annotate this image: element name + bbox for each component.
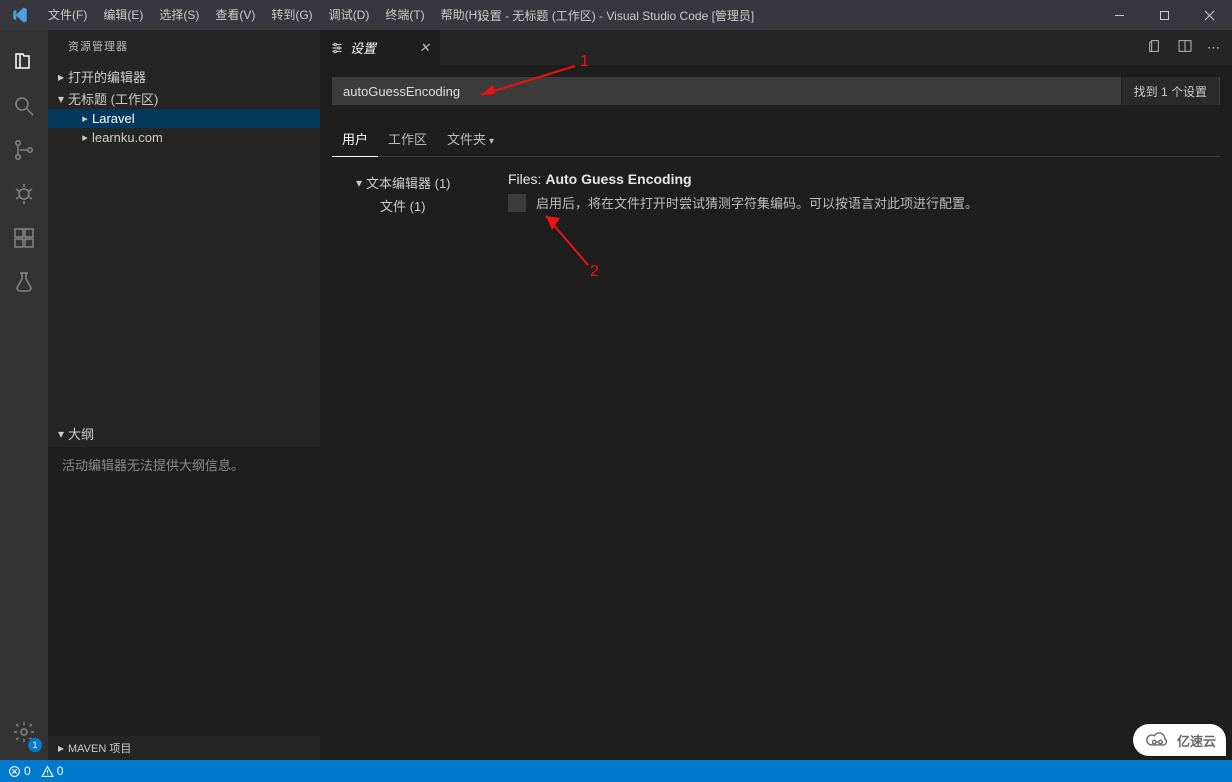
sidebar: 资源管理器 ▸ 打开的编辑器 ▾ 无标题 (工作区) ▸ Laravel ▸ l… [48, 30, 320, 760]
setting-prefix: Files: [508, 171, 545, 187]
scope-tab-folder-label: 文件夹 [447, 132, 486, 147]
editor-actions: ⋯ [1147, 30, 1232, 65]
window-controls [1097, 0, 1232, 30]
maximize-button[interactable] [1142, 0, 1187, 30]
extensions-icon[interactable] [0, 216, 48, 260]
title-bar: 文件(F) 编辑(E) 选择(S) 查看(V) 转到(G) 调试(D) 终端(T… [0, 0, 1232, 30]
scope-tab-workspace[interactable]: 工作区 [378, 123, 437, 156]
menu-debug[interactable]: 调试(D) [321, 0, 378, 30]
chevron-down-icon: ▾ [54, 427, 68, 441]
settings-search-row: 找到 1 个设置 [332, 77, 1220, 105]
tab-settings[interactable]: 设置 ✕ [320, 30, 440, 65]
chevron-down-icon: ▾ [352, 176, 366, 190]
scope-tabs: 用户 工作区 文件夹▾ [332, 123, 1220, 157]
open-editors-label: 打开的编辑器 [68, 67, 146, 86]
menu-view[interactable]: 查看(V) [207, 0, 263, 30]
workspace-label: 无标题 (工作区) [68, 89, 158, 108]
status-bar: 0 0 [0, 760, 1232, 782]
menu-help[interactable]: 帮助(H) [433, 0, 490, 30]
outline-header[interactable]: ▾ 大纲 [48, 420, 320, 447]
menu-go[interactable]: 转到(G) [263, 0, 320, 30]
watermark-text: 亿速云 [1177, 731, 1216, 750]
settings-toc: ▾ 文本编辑器 (1) 文件 (1) [332, 171, 492, 217]
folder-laravel[interactable]: ▸ Laravel [48, 109, 320, 128]
outline-empty-text: 活动编辑器无法提供大纲信息。 [62, 458, 244, 473]
menu-file[interactable]: 文件(F) [40, 0, 95, 30]
workspace-section[interactable]: ▾ 无标题 (工作区) [48, 87, 320, 109]
test-icon[interactable] [0, 260, 48, 304]
chevron-right-icon: ▸ [78, 131, 92, 144]
menu-bar: 文件(F) 编辑(E) 选择(S) 查看(V) 转到(G) 调试(D) 终端(T… [40, 0, 489, 30]
tabs-row: 设置 ✕ ⋯ [320, 30, 1232, 65]
setting-description: 启用后，将在文件打开时尝试猜测字符集编码。可以按语言对此项进行配置。 [536, 193, 978, 212]
maven-section[interactable]: ▸ MAVEN 项目 [48, 736, 320, 760]
tab-label: 设置 [350, 38, 376, 57]
settings-search-input[interactable] [333, 78, 1121, 104]
chevron-down-icon: ▾ [54, 92, 68, 106]
debug-icon[interactable] [0, 172, 48, 216]
close-window-button[interactable] [1187, 0, 1232, 30]
chevron-right-icon: ▸ [78, 112, 92, 125]
status-warnings-count: 0 [57, 764, 64, 778]
more-icon[interactable]: ⋯ [1207, 40, 1222, 56]
settings-body: 找到 1 个设置 用户 工作区 文件夹▾ ▾ 文本编辑器 (1) 文件 (1) [320, 65, 1232, 760]
search-result-count: 找到 1 个设置 [1121, 77, 1219, 105]
menu-edit[interactable]: 编辑(E) [95, 0, 151, 30]
close-icon[interactable]: ✕ [419, 40, 430, 56]
folder-learnku[interactable]: ▸ learnku.com [48, 128, 320, 147]
setting-checkbox[interactable] [508, 194, 526, 212]
outline-panel: 活动编辑器无法提供大纲信息。 [48, 447, 320, 736]
setting-title: Files: Auto Guess Encoding [508, 171, 1220, 187]
settings-gear-icon[interactable]: 1 [0, 710, 48, 754]
toc-text-editor[interactable]: ▾ 文本编辑器 (1) [352, 171, 492, 194]
settings-tab-icon [330, 41, 344, 55]
activity-bar: 1 [0, 30, 48, 760]
gear-badge: 1 [28, 738, 42, 752]
folder-label: learnku.com [92, 130, 163, 145]
toc-sub-label: 文件 (1) [380, 196, 426, 215]
outline-header-label: 大纲 [68, 424, 94, 443]
source-control-icon[interactable] [0, 128, 48, 172]
split-editor-icon[interactable] [1177, 38, 1193, 57]
scope-tab-user[interactable]: 用户 [332, 123, 378, 157]
open-json-icon[interactable] [1147, 38, 1163, 57]
toc-files[interactable]: 文件 (1) [352, 194, 492, 217]
maven-label: MAVEN 项目 [68, 740, 131, 756]
explorer-icon[interactable] [0, 40, 48, 84]
scope-tab-folder[interactable]: 文件夹▾ [437, 123, 504, 156]
status-errors-count: 0 [24, 764, 31, 778]
minimize-button[interactable] [1097, 0, 1142, 30]
chevron-right-icon: ▸ [54, 741, 68, 755]
status-warnings[interactable]: 0 [41, 764, 64, 778]
status-errors[interactable]: 0 [8, 764, 31, 778]
search-icon[interactable] [0, 84, 48, 128]
chevron-right-icon: ▸ [54, 70, 68, 84]
open-editors-section[interactable]: ▸ 打开的编辑器 [48, 65, 320, 87]
toc-group-label: 文本编辑器 (1) [366, 173, 451, 192]
watermark: 亿速云 [1133, 724, 1226, 756]
vscode-logo-icon [0, 6, 40, 24]
sidebar-title: 资源管理器 [48, 30, 320, 65]
menu-selection[interactable]: 选择(S) [151, 0, 207, 30]
editor-area: 设置 ✕ ⋯ 找到 1 个设置 用户 工作区 文件夹▾ [320, 30, 1232, 760]
setting-name: Auto Guess Encoding [545, 171, 691, 187]
folder-label: Laravel [92, 111, 135, 126]
setting-pane: Files: Auto Guess Encoding 启用后，将在文件打开时尝试… [492, 171, 1220, 217]
chevron-down-icon: ▾ [489, 136, 494, 147]
menu-terminal[interactable]: 终端(T) [377, 0, 432, 30]
